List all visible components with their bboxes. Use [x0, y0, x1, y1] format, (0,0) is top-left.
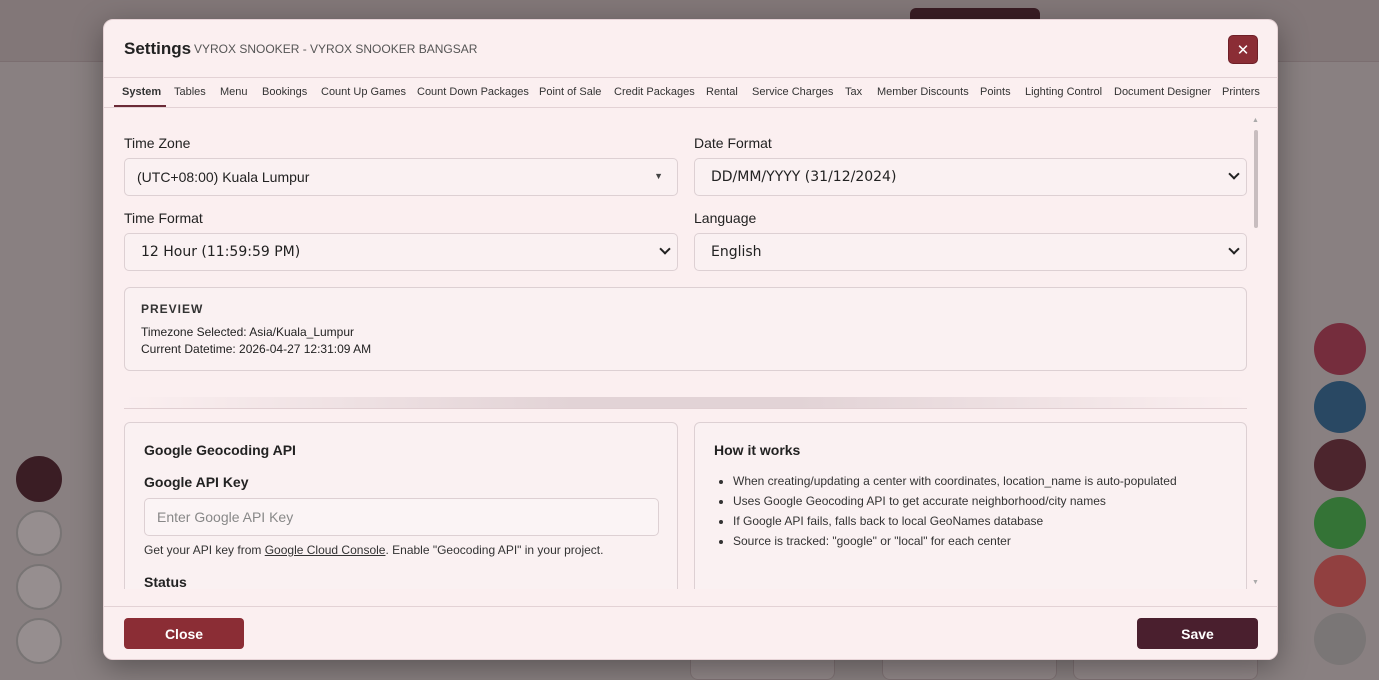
tab-rental[interactable]: Rental [706, 86, 738, 98]
tab-lighting-control[interactable]: Lighting Control [1025, 86, 1102, 98]
help-prefix: Get your API key from [144, 543, 265, 557]
preview-title: PREVIEW [141, 302, 204, 316]
save-button[interactable]: Save [1137, 618, 1258, 649]
tab-service-charges[interactable]: Service Charges [752, 86, 833, 98]
close-icon: ✕ [1236, 41, 1250, 59]
list-item: Source is tracked: "google" or "local" f… [733, 531, 1177, 551]
date-format-label: Date Format [694, 135, 772, 151]
time-format-select[interactable]: 12 Hour (11:59:59 PM) [124, 233, 678, 271]
language-select[interactable]: English [694, 233, 1247, 271]
api-key-help: Get your API key from Google Cloud Conso… [144, 543, 603, 557]
settings-tabs: System Tables Menu Bookings Count Up Gam… [104, 78, 1277, 108]
modal-footer: Close Save [104, 606, 1277, 659]
language-value: English [711, 244, 762, 260]
chevron-down-icon [1228, 168, 1240, 180]
google-cloud-console-link[interactable]: Google Cloud Console [265, 543, 386, 557]
date-format-select[interactable]: DD/MM/YYYY (31/12/2024) [694, 158, 1247, 196]
list-item: When creating/updating a center with coo… [733, 471, 1177, 491]
time-format-label: Time Format [124, 210, 203, 226]
content-scrollbar[interactable]: ▲ ▼ [1252, 117, 1260, 587]
time-zone-label: Time Zone [124, 135, 191, 151]
tab-printers[interactable]: Printers [1222, 86, 1260, 98]
preview-box: PREVIEW Timezone Selected: Asia/Kuala_Lu… [124, 287, 1247, 371]
tab-member-discounts[interactable]: Member Discounts [877, 86, 969, 98]
preview-datetime: Current Datetime: 2026-04-27 12:31:09 AM [141, 342, 372, 356]
tab-bookings[interactable]: Bookings [262, 86, 307, 98]
settings-modal: Settings VYROX SNOOKER - VYROX SNOOKER B… [103, 19, 1278, 660]
status-label: Status [144, 574, 187, 589]
tab-count-down-packages[interactable]: Count Down Packages [417, 86, 529, 98]
list-item: If Google API fails, falls back to local… [733, 511, 1177, 531]
tab-points[interactable]: Points [980, 86, 1011, 98]
api-key-label: Google API Key [144, 474, 249, 490]
chevron-down-icon [659, 243, 671, 255]
close-button[interactable]: Close [124, 618, 244, 649]
settings-content: ▲ ▼ Time Zone (UTC+08:00) Kuala Lumpur ▼… [104, 109, 1277, 589]
tab-system[interactable]: System [122, 86, 161, 98]
geocoding-card: Google Geocoding API Google API Key Ente… [124, 422, 678, 589]
modal-header: Settings VYROX SNOOKER - VYROX SNOOKER B… [104, 20, 1277, 78]
date-format-value: DD/MM/YYYY (31/12/2024) [711, 169, 897, 185]
chevron-down-icon [1228, 243, 1240, 255]
time-zone-value: (UTC+08:00) Kuala Lumpur [137, 169, 310, 185]
scroll-thumb[interactable] [1254, 130, 1258, 228]
how-it-works-card: How it works When creating/updating a ce… [694, 422, 1247, 589]
preview-timezone: Timezone Selected: Asia/Kuala_Lumpur [141, 325, 355, 339]
api-key-input[interactable]: Enter Google API Key [144, 498, 659, 536]
active-tab-indicator [114, 105, 166, 107]
tab-credit-packages[interactable]: Credit Packages [614, 86, 695, 98]
tab-tables[interactable]: Tables [174, 86, 206, 98]
tab-count-up-games[interactable]: Count Up Games [321, 86, 406, 98]
close-x-button[interactable]: ✕ [1228, 35, 1258, 64]
scroll-up-icon[interactable]: ▲ [1252, 117, 1259, 124]
modal-subtitle: VYROX SNOOKER - VYROX SNOOKER BANGSAR [194, 42, 478, 56]
tab-menu[interactable]: Menu [220, 86, 248, 98]
modal-title: Settings [124, 39, 192, 58]
how-it-works-list: When creating/updating a center with coo… [713, 471, 1177, 551]
api-key-placeholder: Enter Google API Key [157, 509, 294, 525]
section-divider [124, 397, 1247, 409]
geocoding-title: Google Geocoding API [144, 442, 296, 458]
scroll-down-icon[interactable]: ▼ [1252, 579, 1259, 586]
tab-point-of-sale[interactable]: Point of Sale [539, 86, 601, 98]
tab-document-designer[interactable]: Document Designer [1114, 86, 1211, 98]
list-item: Uses Google Geocoding API to get accurat… [733, 491, 1177, 511]
help-suffix: . Enable "Geocoding API" in your project… [385, 543, 604, 557]
language-label: Language [694, 210, 757, 226]
caret-down-icon: ▼ [654, 171, 663, 181]
time-format-value: 12 Hour (11:59:59 PM) [141, 244, 301, 260]
time-zone-select[interactable]: (UTC+08:00) Kuala Lumpur ▼ [124, 158, 678, 196]
how-it-works-title: How it works [714, 442, 801, 458]
tab-tax[interactable]: Tax [845, 86, 862, 98]
